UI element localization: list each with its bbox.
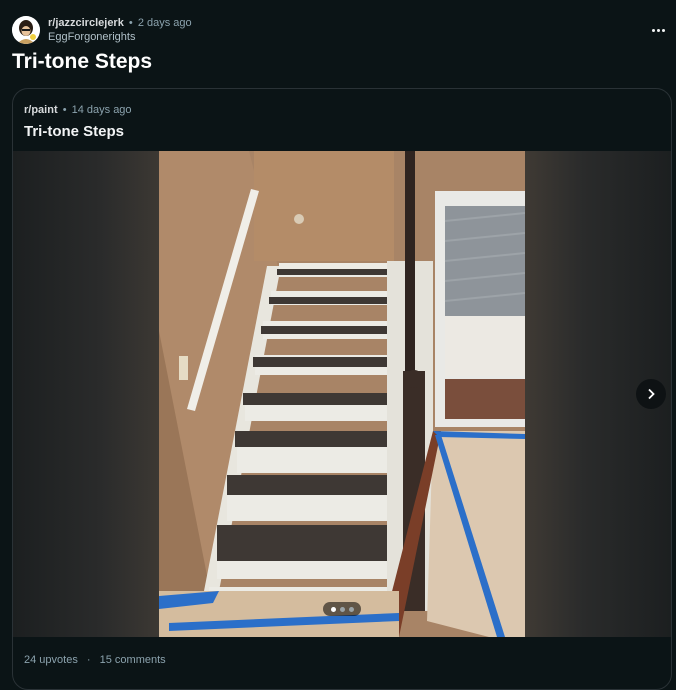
post-age: 2 days ago (137, 17, 192, 29)
crosspost-meta: r/paint • 14 days ago (24, 104, 132, 116)
gallery-blur-background (13, 151, 159, 637)
avatar-icon[interactable] (12, 16, 40, 44)
chevron-right-icon (648, 388, 655, 400)
pagination-dot[interactable] (348, 606, 354, 612)
upvote-count: 24 upvotes (24, 654, 78, 666)
crosspost-subreddit-link[interactable]: r/paint (24, 104, 58, 116)
more-icon (661, 28, 665, 32)
more-icon (656, 28, 660, 32)
post-title[interactable]: Tri-tone Steps (12, 50, 152, 74)
crosspost-stats: 24 upvotes · 15 comments (24, 654, 166, 666)
stats-separator: · (86, 654, 91, 666)
crosspost-title[interactable]: Tri-tone Steps (24, 123, 124, 140)
post-meta: r/jazzcirclejerk • 2 days ago EggForgone… (48, 16, 192, 44)
subreddit-link[interactable]: r/jazzcirclejerk (48, 17, 124, 29)
comment-count[interactable]: 15 comments (100, 654, 166, 666)
meta-separator: • (128, 17, 133, 29)
post-header: r/jazzcirclejerk • 2 days ago EggForgone… (12, 14, 192, 46)
gallery-next-button[interactable] (636, 379, 666, 409)
meta-separator: • (62, 104, 67, 116)
crosspost-card[interactable]: r/paint • 14 days ago Tri-tone Steps 24 … (12, 88, 672, 690)
more-options-button[interactable] (648, 20, 668, 40)
pagination-dot[interactable] (339, 606, 345, 612)
username-link[interactable]: EggForgonerights (48, 30, 192, 44)
more-icon (651, 28, 655, 32)
gallery-pagination (323, 602, 361, 616)
crosspost-age: 14 days ago (71, 104, 132, 116)
gallery-media[interactable] (13, 151, 671, 637)
pagination-dot[interactable] (330, 606, 336, 612)
staircase-photo (159, 151, 525, 637)
